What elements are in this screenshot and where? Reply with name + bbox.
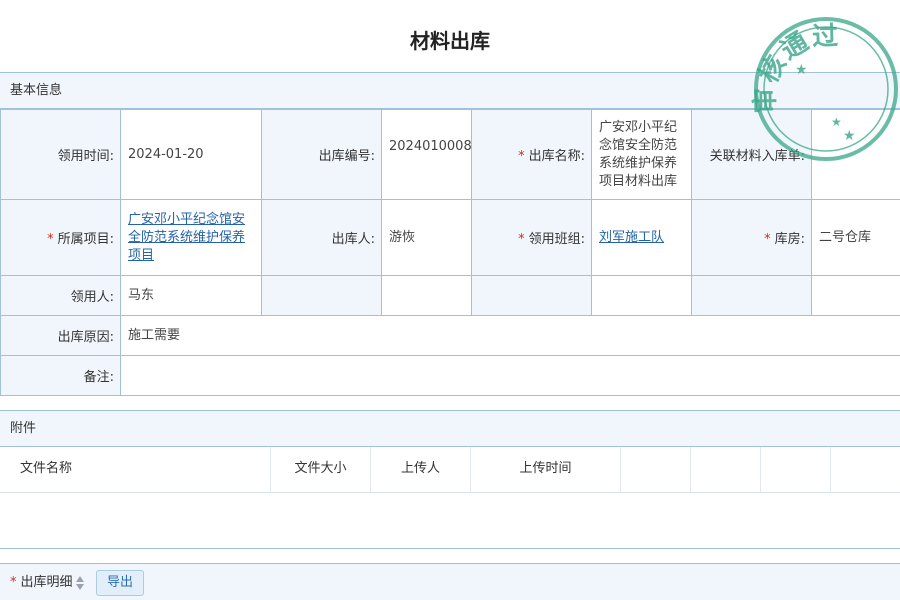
empty-cell: [381, 275, 472, 316]
empty-cell: [261, 275, 382, 316]
receive-time-value: 2024-01-20: [120, 109, 262, 200]
page-title: 材料出库: [410, 29, 490, 53]
column-header-empty: [761, 447, 831, 493]
required-mark: *: [518, 232, 525, 247]
empty-cell: [811, 275, 900, 316]
empty-cell: [591, 275, 692, 316]
required-mark: *: [47, 232, 54, 247]
team-label: * 领用班组:: [471, 199, 592, 276]
column-header-upload-time[interactable]: 上传时间: [471, 447, 621, 493]
sort-icon[interactable]: [75, 575, 85, 591]
column-header-file-name[interactable]: 文件名称: [0, 447, 271, 493]
required-mark: *: [518, 149, 525, 164]
details-label: * 出库明细: [10, 564, 85, 600]
attachments-table-body: [0, 493, 900, 549]
warehouse-value: 二号仓库: [811, 199, 900, 276]
remark-label: 备注:: [0, 355, 121, 396]
receiver-label: 领用人:: [0, 275, 121, 316]
basic-info-form: 领用时间: 2024-01-20 出库编号: 2024010008 * 出库名称:…: [0, 109, 900, 396]
project-link[interactable]: 广安邓小平纪念馆安全防范系统维护保养项目: [128, 212, 245, 263]
column-header-empty: [621, 447, 691, 493]
outbound-by-label: 出库人:: [261, 199, 382, 276]
outbound-no-value: 2024010008: [381, 109, 472, 200]
project-value[interactable]: 广安邓小平纪念馆安全防范系统维护保养项目: [120, 199, 262, 276]
export-button[interactable]: 导出: [96, 570, 144, 596]
attachments-section-header: 附件: [0, 410, 900, 447]
reason-label: 出库原因:: [0, 315, 121, 356]
team-link[interactable]: 刘军施工队: [599, 230, 664, 245]
required-mark: *: [10, 575, 17, 590]
project-label: * 所属项目:: [0, 199, 121, 276]
required-mark: *: [764, 232, 771, 247]
column-header-empty: [831, 447, 900, 493]
outbound-by-value: 游恢: [381, 199, 472, 276]
outbound-name-label: * 出库名称:: [471, 109, 592, 200]
team-value[interactable]: 刘军施工队: [591, 199, 692, 276]
basic-info-section-header: 基本信息: [0, 72, 900, 109]
warehouse-label: * 库房:: [691, 199, 812, 276]
empty-cell: [691, 275, 812, 316]
outbound-name-value: 广安邓小平纪念馆安全防范系统维护保养项目材料出库: [591, 109, 692, 200]
reason-value: 施工需要: [120, 315, 900, 356]
empty-cell: [471, 275, 592, 316]
receive-time-label: 领用时间:: [0, 109, 121, 200]
receiver-value: 马东: [120, 275, 262, 316]
column-header-uploader[interactable]: 上传人: [371, 447, 471, 493]
remark-value: [120, 355, 900, 396]
column-header-file-size[interactable]: 文件大小: [271, 447, 371, 493]
outbound-no-label: 出库编号:: [261, 109, 382, 200]
details-toolbar: * 出库明细 导出: [0, 563, 900, 600]
attachments-table-header: 文件名称 文件大小 上传人 上传时间: [0, 447, 900, 493]
linked-inbound-label: 关联材料入库单:: [691, 109, 812, 200]
column-header-empty: [691, 447, 761, 493]
linked-inbound-value[interactable]: [811, 109, 900, 200]
